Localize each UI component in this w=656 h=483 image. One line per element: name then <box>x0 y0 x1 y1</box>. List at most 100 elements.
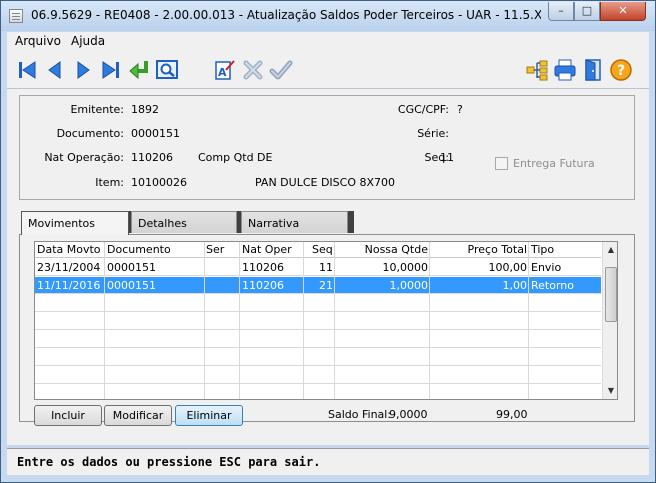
natop-value: 110206 <box>131 151 173 164</box>
menu-bar: Arquivo Ajuda <box>7 32 649 51</box>
cell-nossa-qtde: 1,0000 <box>389 279 429 292</box>
emitente-value: 1892 <box>131 103 159 116</box>
grid-column-divider <box>334 242 335 399</box>
grid-header: Data Movto Documento Ser Nat Oper Seq No… <box>35 242 601 258</box>
window-title: 06.9.5629 - RE0408 - 2.00.00.013 - Atual… <box>31 8 541 22</box>
table-row-empty[interactable] <box>35 367 601 384</box>
zoom-icon[interactable] <box>155 58 179 82</box>
cell-tipo: Retorno <box>531 279 574 292</box>
grid-column-divider <box>429 242 430 399</box>
grid-column-divider <box>303 242 304 399</box>
cell-nat-oper: 110206 <box>242 261 284 274</box>
svg-text:?: ? <box>617 63 625 79</box>
print-icon[interactable] <box>553 58 577 82</box>
movimentos-grid[interactable]: Data Movto Documento Ser Nat Oper Seq No… <box>34 241 618 400</box>
grid-column-divider <box>204 242 205 399</box>
col-documento[interactable]: Documento <box>107 243 171 256</box>
seq-label: Seq: <box>424 151 449 164</box>
scroll-down-icon[interactable]: ▼ <box>603 383 617 399</box>
saldo-final-valor: 99,00 <box>496 408 528 421</box>
saldo-final-qtde: 9,0000 <box>389 408 428 421</box>
grid-column-divider <box>239 242 240 399</box>
col-seq[interactable]: Seq <box>312 243 333 256</box>
item-value: 10100026 <box>131 176 187 189</box>
table-row-empty[interactable] <box>35 313 601 330</box>
scroll-thumb[interactable] <box>605 267 617 322</box>
col-data-movto[interactable]: Data Movto <box>37 243 101 256</box>
entrega-futura-checkbox[interactable] <box>495 157 508 170</box>
cgc-value: ? <box>457 103 463 116</box>
col-nat-oper[interactable]: Nat Oper <box>242 243 292 256</box>
table-row-selected[interactable]: 11/11/2016 0000151 110206 21 1,0000 1,00… <box>35 277 601 294</box>
cgc-label: CGC/CPF: <box>397 103 449 116</box>
hierarchy-icon[interactable] <box>525 58 549 82</box>
natop-description: Comp Qtd DE <box>198 151 273 164</box>
cell-tipo: Envio <box>531 261 562 274</box>
col-ser[interactable]: Ser <box>206 243 224 256</box>
table-row-empty[interactable] <box>35 349 601 366</box>
natop-label: Nat Operação: <box>44 151 124 164</box>
header-info-box: Emitente: 1892 CGC/CPF: ? Documento: 000… <box>19 95 635 200</box>
grid-column-divider <box>528 242 529 399</box>
col-preco-total[interactable]: Preço Total <box>430 243 527 256</box>
item-label: Item: <box>95 176 124 189</box>
documento-value: 0000151 <box>131 127 180 140</box>
incluir-button[interactable]: Incluir <box>34 405 102 426</box>
goto-icon[interactable] <box>127 58 151 82</box>
emitente-label: Emitente: <box>70 103 124 116</box>
prev-record-icon[interactable] <box>43 58 67 82</box>
title-bar[interactable]: 06.9.5629 - RE0408 - 2.00.00.013 - Atual… <box>1 1 655 31</box>
first-record-icon[interactable] <box>15 58 39 82</box>
seq-value: 11 <box>440 151 454 164</box>
cell-seq: 11 <box>319 261 333 274</box>
tab-detalhes[interactable]: Detalhes <box>131 211 237 233</box>
main-content: Emitente: 1892 CGC/CPF: ? Documento: 000… <box>7 89 649 445</box>
cell-documento: 0000151 <box>107 261 156 274</box>
table-row-empty[interactable] <box>35 331 601 348</box>
confirm-icon[interactable] <box>269 58 293 82</box>
cell-preco-total: 1,00 <box>502 279 528 292</box>
cell-nossa-qtde: 10,0000 <box>382 261 429 274</box>
cell-preco-total: 100,00 <box>488 261 528 274</box>
table-row[interactable]: 23/11/2004 0000151 110206 11 10,0000 100… <box>35 259 601 276</box>
minimize-button[interactable]: – <box>548 2 574 21</box>
app-icon[interactable] <box>9 9 23 23</box>
tab-movimentos[interactable]: Movimentos <box>21 211 129 235</box>
cancel-icon[interactable] <box>241 58 265 82</box>
serie-label: Série: <box>417 127 449 140</box>
menu-arquivo[interactable]: Arquivo <box>15 34 61 48</box>
cell-data-movto: 11/11/2016 <box>37 279 101 292</box>
movimentos-panel: Data Movto Documento Ser Nat Oper Seq No… <box>19 234 635 426</box>
status-message: Entre os dados ou pressione ESC para sai… <box>17 455 321 469</box>
help-icon[interactable]: ? <box>609 58 633 82</box>
cell-nat-oper: 110206 <box>242 279 284 292</box>
col-nossa-qtde[interactable]: Nossa Qtde <box>337 243 428 256</box>
cell-seq: 21 <box>319 279 333 292</box>
cell-data-movto: 23/11/2004 <box>37 261 101 274</box>
next-record-icon[interactable] <box>71 58 95 82</box>
toolbar: A ? <box>7 51 649 89</box>
tab-shadow <box>348 211 354 233</box>
svg-text:A: A <box>218 66 227 79</box>
item-description: PAN DULCE DISCO 8X700 <box>255 176 396 189</box>
tab-narrativa[interactable]: Narrativa <box>241 211 348 233</box>
col-tipo[interactable]: Tipo <box>531 243 554 256</box>
table-row-empty[interactable] <box>35 295 601 312</box>
app-window: 06.9.5629 - RE0408 - 2.00.00.013 - Atual… <box>0 0 656 483</box>
modificar-button[interactable]: Modificar <box>104 405 172 426</box>
documento-label: Documento: <box>56 127 124 140</box>
close-button[interactable]: ✕ <box>600 2 646 21</box>
edit-text-icon[interactable]: A <box>213 58 237 82</box>
menu-ajuda[interactable]: Ajuda <box>71 34 105 48</box>
maximize-button[interactable]: □ <box>574 2 600 21</box>
scroll-up-icon[interactable]: ▲ <box>603 242 617 258</box>
entrega-futura-label: Entrega Futura <box>513 157 595 170</box>
eliminar-button[interactable]: Eliminar <box>175 405 243 426</box>
last-record-icon[interactable] <box>99 58 123 82</box>
saldo-final-label: Saldo Final: <box>328 408 392 421</box>
grid-scrollbar[interactable]: ▲ ▼ <box>602 242 617 399</box>
table-row-empty[interactable] <box>35 385 601 399</box>
exit-icon[interactable] <box>581 58 605 82</box>
grid-column-divider <box>104 242 105 399</box>
status-bar: Entre os dados ou pressione ESC para sai… <box>7 448 649 475</box>
